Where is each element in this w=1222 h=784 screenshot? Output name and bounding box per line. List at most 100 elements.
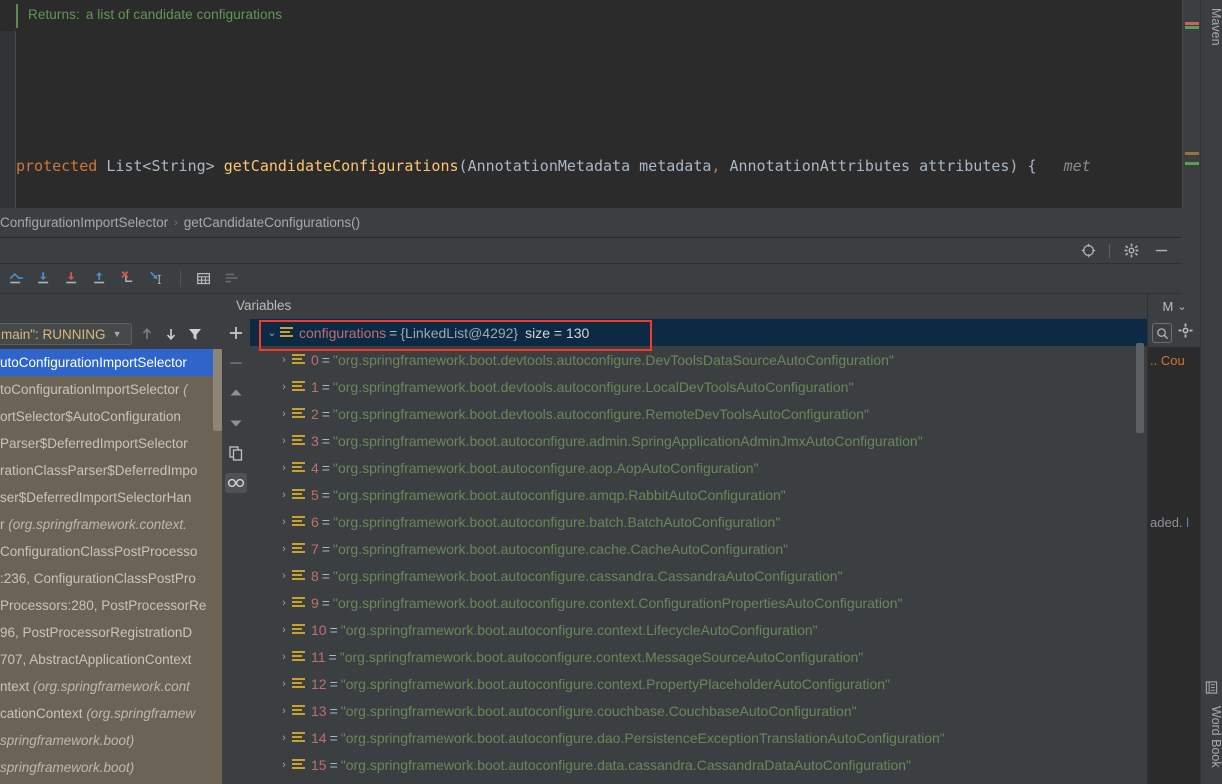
frames-list[interactable]: utoConfigurationImportSelector toConfigu… [0,349,222,784]
console-settings-gear-icon[interactable] [1178,323,1194,344]
chevron-right-icon[interactable]: › [276,543,292,555]
variable-row-item[interactable]: › 13 = "org.springframework.boot.autocon… [250,697,1147,724]
debug-step-toolbar[interactable] [0,264,1182,294]
variable-row-item[interactable]: › 7 = "org.springframework.boot.autoconf… [250,535,1147,562]
marker-change[interactable] [1185,26,1199,29]
stripe-tab-word-book[interactable]: Word Book [1201,700,1222,768]
tab-variables[interactable]: Variables [236,298,291,313]
editor-marker-bar[interactable] [1182,0,1200,208]
frame-row[interactable]: toConfigurationImportSelector ( [0,376,222,403]
show-execution-point-icon[interactable] [8,270,26,288]
chevron-right-icon[interactable]: › [276,651,292,663]
console-link[interactable]: l [1186,515,1189,530]
run-to-cursor-icon[interactable] [148,270,166,288]
breadcrumb-item-class[interactable]: ConfigurationImportSelector [0,215,168,230]
frame-row[interactable]: 96, PostProcessorRegistrationD [0,619,222,646]
frames-toolbar[interactable]: main": RUNNING ▼ [0,319,228,349]
frame-row[interactable]: springframework.boot) [0,754,222,781]
stripe-tab-maven[interactable]: Maven [1201,2,1222,46]
frame-row[interactable]: Parser$DeferredImportSelector [0,430,222,457]
frame-row[interactable]: ConfigurationClassPostProcesso [0,538,222,565]
chevron-right-icon[interactable]: › [276,489,292,501]
variable-row-item[interactable]: › 11 = "org.springframework.boot.autocon… [250,643,1147,670]
step-into-icon[interactable] [64,270,82,288]
settings-gear-icon[interactable] [1122,242,1140,260]
frame-row[interactable]: ser$DeferredImportSelectorHan [0,484,222,511]
chevron-right-icon[interactable]: › [276,381,292,393]
frames-up-arrow-icon[interactable] [138,325,156,343]
triangle-up-icon[interactable] [225,383,247,403]
variable-row-item[interactable]: › 9 = "org.springframework.boot.autoconf… [250,589,1147,616]
console-tab-row[interactable]: M ⌄ [1148,294,1201,319]
minus-icon[interactable] [225,353,247,373]
frame-row[interactable]: Processors:280, PostProcessorRe [0,592,222,619]
copy-icon[interactable] [225,443,247,463]
variable-row-item[interactable]: › 15 = "org.springframework.boot.autocon… [250,751,1147,778]
variable-row-item[interactable]: › 2 = "org.springframework.boot.devtools… [250,400,1147,427]
frame-row[interactable]: rationClassParser$DeferredImpo [0,457,222,484]
breadcrumb[interactable]: ConfigurationImportSelector › getCandida… [0,208,1182,238]
watches-mini-toolbar[interactable] [222,319,250,784]
code-body[interactable]: protected List<String> getCandidateConfi… [0,31,1182,208]
variable-row-root[interactable]: ⌄ configurations = {LinkedList@4292} siz… [250,319,1147,346]
chevron-right-icon[interactable]: › [276,732,292,744]
triangle-down-icon[interactable] [225,413,247,433]
chevron-down-icon[interactable]: ⌄ [264,326,280,339]
marker-warning[interactable] [1185,152,1199,155]
chevron-right-icon[interactable]: › [276,705,292,717]
variable-row-item[interactable]: › 10 = "org.springframework.boot.autocon… [250,616,1147,643]
chevron-right-icon[interactable]: › [276,462,292,474]
locate-icon[interactable] [1079,242,1097,260]
variable-row-item[interactable]: › 8 = "org.springframework.boot.autoconf… [250,562,1147,589]
chevron-right-icon[interactable]: › [276,597,292,609]
frame-row[interactable]: utoConfigurationImportSelector [0,349,222,376]
console-output[interactable]: .. Cou aded. l [1148,347,1201,784]
step-over-icon[interactable] [36,270,54,288]
force-step-into-icon[interactable] [120,270,138,288]
chevron-right-icon[interactable]: › [276,408,292,420]
search-icon[interactable] [1152,323,1172,343]
frames-scrollbar-thumb[interactable] [213,349,222,431]
minimize-icon[interactable] [1152,242,1170,260]
variable-row-item[interactable]: › 12 = "org.springframework.boot.autocon… [250,670,1147,697]
frame-row[interactable]: ntext (org.springframework.cont [0,673,222,700]
chevron-right-icon[interactable]: › [276,435,292,447]
trace-stream-icon[interactable] [223,270,241,288]
frame-row[interactable]: ortSelector$AutoConfiguration [0,403,222,430]
variable-row-item[interactable]: › 0 = "org.springframework.boot.devtools… [250,346,1147,373]
chevron-right-icon[interactable]: › [276,624,292,636]
chevron-right-icon[interactable]: › [276,516,292,528]
step-out-icon[interactable] [92,270,110,288]
chevron-right-icon[interactable]: › [276,678,292,690]
code-editor[interactable]: Returns: a list of candidate configuratio… [0,0,1182,208]
variable-row-item[interactable]: › 14 = "org.springframework.boot.autocon… [250,724,1147,751]
breadcrumb-item-method[interactable]: getCandidateConfigurations() [184,215,360,230]
chevron-right-icon[interactable]: › [276,570,292,582]
variable-row-item[interactable]: › 4 = "org.springframework.boot.autoconf… [250,454,1147,481]
variable-row-item[interactable]: › 1 = "org.springframework.boot.devtools… [250,373,1147,400]
frames-filter-icon[interactable] [186,325,204,343]
console-tab-label[interactable]: M [1162,299,1173,314]
marker-error[interactable] [1185,22,1199,25]
frame-row[interactable]: 707, AbstractApplicationContext [0,646,222,673]
variables-scrollbar-thumb[interactable] [1136,343,1144,433]
frame-row[interactable]: springframework.boot) [0,727,222,754]
plus-icon[interactable] [225,323,247,343]
console-panel-sliver[interactable]: M ⌄ .. Cou aded. l [1147,294,1201,784]
console-toolbar[interactable] [1148,319,1201,347]
variable-row-item[interactable]: › 5 = "org.springframework.boot.autoconf… [250,481,1147,508]
frame-row[interactable]: r (org.springframework.context. [0,511,222,538]
evaluate-expression-icon[interactable] [195,270,213,288]
frames-down-arrow-icon[interactable] [162,325,180,343]
chevron-down-icon[interactable]: ⌄ [1177,300,1186,313]
thread-selector-dropdown[interactable]: main": RUNNING ▼ [0,323,132,345]
marker-change-2[interactable] [1185,162,1199,165]
variables-tree[interactable]: ⌄ configurations = {LinkedList@4292} siz… [250,319,1147,784]
chevron-right-icon[interactable]: › [276,759,292,771]
variable-row-item[interactable]: › 6 = "org.springframework.boot.autoconf… [250,508,1147,535]
right-tool-window-stripe[interactable]: Maven Word Book [1200,0,1222,784]
code-line-signature[interactable]: protected List<String> getCandidateConfi… [0,151,1182,181]
frame-row[interactable]: cationContext (org.springframew [0,700,222,727]
chevron-right-icon[interactable]: › [276,354,292,366]
glasses-icon[interactable] [225,473,247,493]
